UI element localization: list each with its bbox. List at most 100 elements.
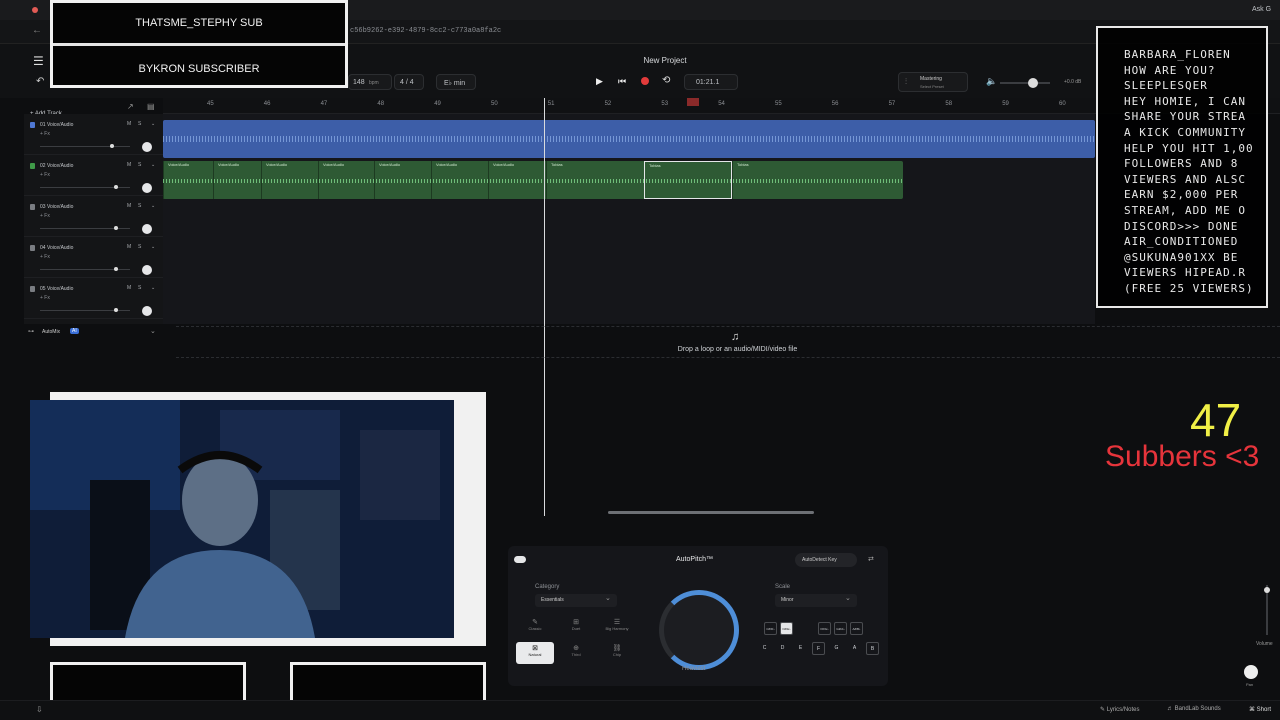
track-volume-slider[interactable] (40, 308, 130, 312)
note-key[interactable]: A (848, 642, 861, 655)
loop-marker[interactable] (687, 98, 699, 106)
menu-icon[interactable]: ☰ (33, 54, 44, 68)
mute-button[interactable]: M (127, 244, 131, 250)
playhead[interactable] (544, 98, 545, 516)
shortcuts-button[interactable]: ⌘ Short (1249, 706, 1271, 713)
chevron-down-icon[interactable]: ⌄ (151, 162, 155, 168)
sharp-key[interactable]: C#/D♭ (764, 622, 777, 635)
track-volume-slider[interactable] (40, 144, 130, 148)
add-fx-button[interactable]: + Fx (40, 254, 50, 260)
solo-button[interactable]: S (138, 162, 141, 168)
sharp-key[interactable]: D#/E♭ (780, 622, 793, 635)
track-volume-handle[interactable] (114, 308, 118, 312)
track-lanes[interactable]: Voice/Audio Voice/Audio Voice/Audio Voice/A… (163, 114, 1095, 324)
volume-handle[interactable] (1264, 587, 1270, 593)
track-volume-handle[interactable] (114, 226, 118, 230)
drop-zone[interactable] (176, 326, 1280, 358)
mute-button[interactable]: M (127, 285, 131, 291)
autopitch-toggle[interactable] (514, 556, 526, 563)
automix-row[interactable]: ⊶ AutoMix AI ⌄ (24, 326, 164, 340)
note-key[interactable]: D (776, 642, 789, 655)
solo-button[interactable]: S (138, 285, 141, 291)
lyrics-notes-button[interactable]: ✎ Lyrics/Notes (1100, 706, 1140, 713)
track-name[interactable]: 01 Voice/Audio (40, 122, 73, 128)
bandlab-sounds-button[interactable]: ♬ BandLab Sounds (1167, 706, 1221, 712)
master-volume-handle[interactable] (1028, 78, 1038, 88)
time-signature-field[interactable]: 4 / 4 (394, 74, 424, 90)
settings-icon[interactable]: ⇄ (868, 555, 874, 563)
scale-dropdown[interactable]: Minor ⌄ (775, 594, 857, 607)
bottom-left-icon[interactable]: ⇩ (36, 705, 43, 714)
speaker-icon[interactable]: 🔈 (986, 76, 997, 87)
track-pan-knob[interactable] (142, 265, 152, 275)
category-dropdown[interactable]: Essentials ⌄ (535, 594, 617, 607)
add-fx-button[interactable]: + Fx (40, 295, 50, 301)
add-track-button[interactable]: + Add Track (30, 102, 90, 117)
chevron-down-icon[interactable]: ⌄ (151, 203, 155, 209)
note-key[interactable]: C (758, 642, 771, 655)
track-header[interactable]: 05 Voice/Audio + Fx M S ⌄ (24, 278, 164, 319)
track-volume-slider[interactable] (40, 226, 130, 230)
add-fx-button[interactable]: + Fx (40, 172, 50, 178)
pan-knob[interactable] (1244, 665, 1258, 679)
track-name[interactable]: 04 Voice/Audio (40, 245, 73, 251)
preset-button[interactable]: ✎ Classic (516, 616, 554, 638)
note-key[interactable]: F (812, 642, 825, 655)
preset-button[interactable]: ⊠ Natural (516, 642, 554, 664)
note-key[interactable]: E (794, 642, 807, 655)
track-pan-knob[interactable] (142, 142, 152, 152)
bpm-field[interactable]: 148 bpm (348, 74, 392, 90)
volume-slider[interactable] (1264, 585, 1270, 635)
track-header[interactable]: 02 Voice/Audio + Fx M S ⌄ (24, 155, 164, 196)
mute-button[interactable]: M (127, 162, 131, 168)
track-options-icon[interactable]: ▤ (147, 102, 155, 111)
project-title[interactable]: New Project (600, 56, 730, 65)
track-pan-knob[interactable] (142, 183, 152, 193)
track-pan-knob[interactable] (142, 306, 152, 316)
rewind-icon[interactable]: ⏮ (618, 76, 626, 87)
solo-button[interactable]: S (138, 203, 141, 209)
mute-button[interactable]: M (127, 121, 131, 127)
add-fx-button[interactable]: + Fx (40, 131, 50, 137)
track-volume-slider[interactable] (40, 267, 130, 271)
master-volume-slider[interactable] (1000, 78, 1050, 88)
undo-icon[interactable]: ↶ (36, 76, 44, 87)
solo-button[interactable]: S (138, 121, 141, 127)
loop-icon[interactable]: ⟲ (662, 75, 670, 86)
track-header[interactable]: 04 Voice/Audio + Fx M S ⌄ (24, 237, 164, 278)
record-icon[interactable] (641, 77, 649, 85)
preset-button[interactable]: ☰ Big Harmony (598, 616, 636, 638)
ask-button[interactable]: Ask G (1252, 6, 1271, 13)
tool-icon[interactable]: ↗ (127, 102, 134, 111)
track-header[interactable]: 01 Voice/Audio + Fx M S ⌄ (24, 114, 164, 155)
sharp-key[interactable]: A#/B♭ (850, 622, 863, 635)
back-arrow-icon[interactable]: ← (32, 25, 42, 36)
autodetect-key-button[interactable]: AutoDetect Key (795, 553, 857, 567)
track-pan-knob[interactable] (142, 224, 152, 234)
track-name[interactable]: 03 Voice/Audio (40, 204, 73, 210)
track-volume-handle[interactable] (114, 185, 118, 189)
chevron-down-icon[interactable]: ⌄ (151, 285, 155, 291)
note-key[interactable]: G (830, 642, 843, 655)
chevron-down-icon[interactable]: ⌄ (151, 121, 155, 127)
track-header[interactable]: 03 Voice/Audio + Fx M S ⌄ (24, 196, 164, 237)
preset-button[interactable]: ⊞ Duet (557, 616, 595, 638)
track-volume-handle[interactable] (110, 144, 114, 148)
preset-button[interactable]: ⊕ Third (557, 642, 595, 664)
play-icon[interactable]: ▶ (596, 76, 603, 87)
add-fx-button[interactable]: + Fx (40, 213, 50, 219)
sharp-key[interactable]: F#/G♭ (818, 622, 831, 635)
horizontal-scrollbar[interactable] (608, 511, 814, 514)
chevron-down-icon[interactable]: ⌄ (150, 327, 156, 335)
amount-knob[interactable] (659, 590, 739, 670)
sharp-key[interactable]: G#/A♭ (834, 622, 847, 635)
key-field[interactable]: E♭ min (436, 74, 476, 90)
chevron-down-icon[interactable]: ⌄ (151, 244, 155, 250)
preset-button[interactable]: ⛓ Chip (598, 642, 636, 664)
track-name[interactable]: 02 Voice/Audio (40, 163, 73, 169)
solo-button[interactable]: S (138, 244, 141, 250)
close-window-icon[interactable] (32, 7, 38, 13)
mute-button[interactable]: M (127, 203, 131, 209)
track-name[interactable]: 05 Voice/Audio (40, 286, 73, 292)
note-key[interactable]: B (866, 642, 879, 655)
